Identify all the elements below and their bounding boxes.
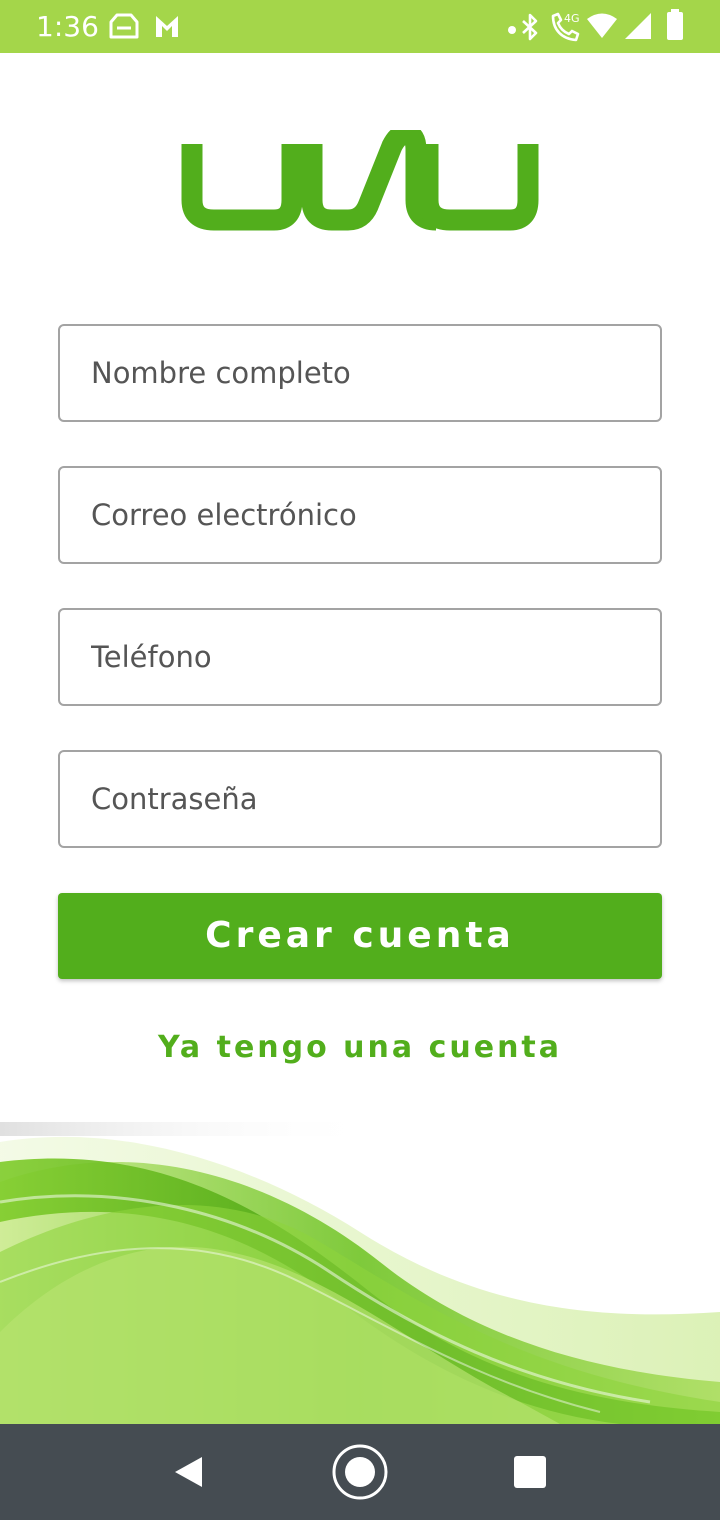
phone-field[interactable] bbox=[58, 608, 662, 706]
create-account-button[interactable]: Crear cuenta bbox=[58, 893, 662, 979]
full-name-field[interactable] bbox=[58, 324, 662, 422]
password-field[interactable] bbox=[58, 750, 662, 848]
call-4g-icon: 4G bbox=[548, 10, 584, 49]
dot-icon bbox=[507, 22, 517, 40]
app-logo bbox=[0, 130, 720, 240]
message-icon bbox=[108, 12, 140, 47]
email-input[interactable] bbox=[60, 468, 660, 562]
svg-text:4G: 4G bbox=[564, 12, 580, 25]
home-icon[interactable] bbox=[331, 1443, 389, 1506]
recents-icon[interactable] bbox=[513, 1455, 547, 1494]
navigation-bar bbox=[0, 1424, 720, 1520]
bluetooth-icon bbox=[519, 12, 541, 47]
status-time: 1:36 bbox=[36, 10, 99, 43]
have-account-link[interactable]: Ya tengo una cuenta bbox=[0, 1026, 720, 1070]
green-wave-decoration bbox=[0, 1122, 720, 1424]
uwu-logo-icon bbox=[181, 130, 539, 231]
password-input[interactable] bbox=[60, 752, 660, 846]
wifi-icon bbox=[586, 12, 618, 45]
battery-icon bbox=[666, 9, 684, 46]
full-name-input[interactable] bbox=[60, 326, 660, 420]
status-bar: 1:36 4G bbox=[0, 0, 720, 53]
gmail-icon bbox=[153, 12, 181, 45]
phone-input[interactable] bbox=[60, 610, 660, 704]
email-field[interactable] bbox=[58, 466, 662, 564]
signal-icon bbox=[624, 12, 652, 45]
back-icon[interactable] bbox=[170, 1454, 206, 1495]
